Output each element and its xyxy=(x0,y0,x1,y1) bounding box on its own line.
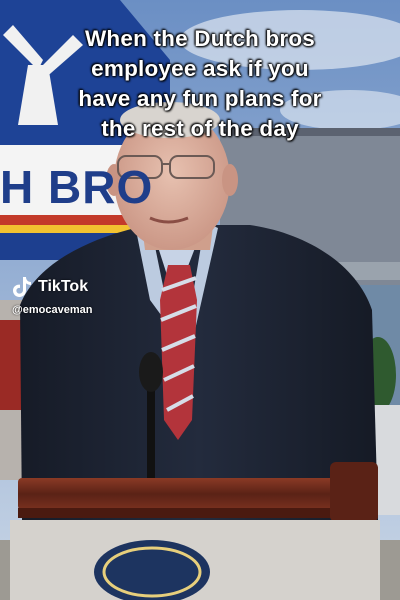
meme-caption: When the Dutch bros employee ask if you … xyxy=(0,24,400,144)
storefront-window xyxy=(0,320,22,410)
caption-line: have any fun plans for xyxy=(78,86,322,111)
tiktok-brand: TikTok xyxy=(38,278,89,295)
microphone-stand xyxy=(147,380,155,480)
tiktok-handle: @emocaveman xyxy=(12,304,93,316)
tie xyxy=(160,265,197,440)
podium-top xyxy=(18,478,378,510)
microphone xyxy=(139,352,163,392)
podium-lip xyxy=(18,508,378,518)
tiktok-watermark: TikTok xyxy=(12,276,88,298)
caption-line: the rest of the day xyxy=(101,116,299,141)
caption-line: When the Dutch bros xyxy=(84,26,316,51)
tiktok-note-icon xyxy=(13,277,31,297)
store-sign-text: H BRO xyxy=(0,161,154,213)
podium-post xyxy=(330,462,378,522)
meme-frame: H BRO When the Dutch bros employee ask i… xyxy=(0,0,400,600)
ear xyxy=(222,164,238,196)
caption-line: employee ask if you xyxy=(91,56,309,81)
